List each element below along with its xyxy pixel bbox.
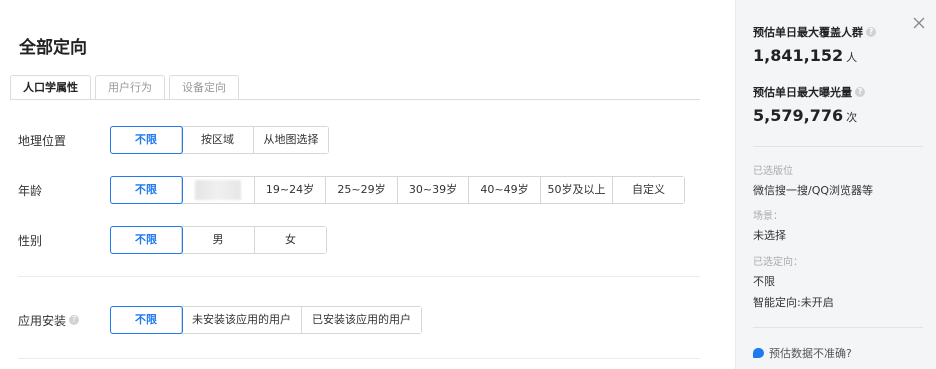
age-option-custom[interactable]: 自定义 — [613, 177, 684, 203]
tab-device-targeting[interactable]: 设备定向 — [169, 75, 239, 99]
age-option-50-plus[interactable]: 50岁及以上 — [541, 177, 613, 203]
question-circle-icon[interactable]: ? — [866, 27, 876, 37]
max-exposure-block: 预估单日最大曝光量 ? 5,579,776 次 — [753, 84, 865, 125]
max-coverage-block: 预估单日最大覆盖人群 ? 1,841,152 人 — [753, 24, 876, 65]
location-option-by-region[interactable]: 按区域 — [182, 127, 254, 153]
gender-option-male[interactable]: 男 — [182, 227, 255, 253]
question-circle-icon[interactable]: ? — [855, 87, 865, 97]
tab-user-behavior[interactable]: 用户行为 — [95, 75, 165, 99]
age-option-redacted[interactable] — [182, 177, 255, 203]
app-install-option-installed[interactable]: 已安装该应用的用户 — [302, 307, 421, 333]
max-coverage-heading-wrap: 预估单日最大覆盖人群 ? — [753, 24, 876, 40]
redacted-placeholder — [195, 180, 241, 200]
placement-label: 已选版位 — [753, 166, 793, 177]
max-exposure-value: 5,579,776 — [753, 106, 844, 125]
gender-row: 性别 不限 男 女 — [18, 226, 327, 254]
max-exposure-value-wrap: 5,579,776 次 — [753, 106, 865, 125]
sidebar-divider-bottom — [753, 327, 923, 328]
scene-label: 场景： — [753, 211, 783, 222]
question-circle-icon[interactable]: ? — [69, 315, 80, 325]
feedback-link[interactable]: 预估数据不准确? — [753, 345, 852, 361]
sidebar-divider — [753, 146, 923, 147]
app-install-label-wrap: 应用安装 ? — [18, 312, 110, 329]
location-selector: 不限 按区域 从地图选择 — [110, 126, 329, 154]
chat-bubble-icon — [753, 348, 764, 358]
section-divider-bottom — [18, 358, 700, 359]
age-option-19-24[interactable]: 19~24岁 — [255, 177, 326, 203]
gender-option-unlimited[interactable]: 不限 — [110, 226, 183, 254]
age-label: 年龄 — [18, 183, 43, 198]
targeting-panel: 全部定向 人口学属性 用户行为 设备定向 地理位置 不限 按区域 从地图选择 年… — [0, 0, 735, 369]
max-coverage-value: 1,841,152 — [753, 46, 844, 65]
gender-selector: 不限 男 女 — [110, 226, 327, 254]
page-title: 全部定向 — [19, 38, 87, 58]
app-install-row: 应用安装 ? 不限 未安装该应用的用户 已安装该应用的用户 — [18, 306, 422, 334]
max-exposure-heading-wrap: 预估单日最大曝光量 ? — [753, 84, 865, 100]
section-divider — [18, 276, 700, 277]
targeting-value: 不限 — [753, 275, 775, 288]
tab-underline — [10, 99, 700, 100]
age-option-30-39[interactable]: 30~39岁 — [398, 177, 469, 203]
tab-demographics[interactable]: 人口学属性 — [10, 75, 91, 99]
age-option-40-49[interactable]: 40~49岁 — [469, 177, 541, 203]
app-install-label: 应用安装 — [18, 313, 67, 328]
app-install-option-unlimited[interactable]: 不限 — [110, 306, 183, 334]
scene-value: 未选择 — [753, 229, 786, 242]
max-coverage-value-wrap: 1,841,152 人 — [753, 46, 876, 65]
targeting-label: 已选定向： — [753, 257, 803, 268]
gender-label: 性别 — [18, 233, 43, 248]
app-install-selector: 不限 未安装该应用的用户 已安装该应用的用户 — [110, 306, 422, 334]
smart-targeting-status: 智能定向:未开启 — [753, 296, 834, 309]
location-option-unlimited[interactable]: 不限 — [110, 126, 183, 154]
max-coverage-heading: 预估单日最大覆盖人群 — [753, 26, 863, 39]
max-exposure-heading: 预估单日最大曝光量 — [753, 86, 852, 99]
location-label: 地理位置 — [18, 133, 67, 148]
gender-option-female[interactable]: 女 — [255, 227, 326, 253]
age-option-25-29[interactable]: 25~29岁 — [326, 177, 398, 203]
estimate-sidebar: 预估单日最大覆盖人群 ? 1,841,152 人 预估单日最大曝光量 ? 5,57… — [735, 0, 936, 369]
location-option-from-map[interactable]: 从地图选择 — [254, 127, 328, 153]
age-row: 年龄 不限 19~24岁 25~29岁 30~39岁 40~49岁 50岁及以上… — [18, 176, 685, 204]
location-row: 地理位置 不限 按区域 从地图选择 — [18, 126, 329, 154]
app-install-option-not-installed[interactable]: 未安装该应用的用户 — [182, 307, 302, 333]
close-icon[interactable] — [912, 16, 926, 30]
max-exposure-unit: 次 — [846, 111, 858, 124]
age-selector: 不限 19~24岁 25~29岁 30~39岁 40~49岁 50岁及以上 自定… — [110, 176, 685, 204]
age-option-unlimited[interactable]: 不限 — [110, 176, 183, 204]
targeting-tabs: 人口学属性 用户行为 设备定向 — [10, 75, 243, 99]
max-coverage-unit: 人 — [846, 51, 858, 64]
feedback-link-label: 预估数据不准确? — [769, 347, 852, 360]
placement-value: 微信搜一搜/QQ浏览器等 — [753, 184, 874, 197]
